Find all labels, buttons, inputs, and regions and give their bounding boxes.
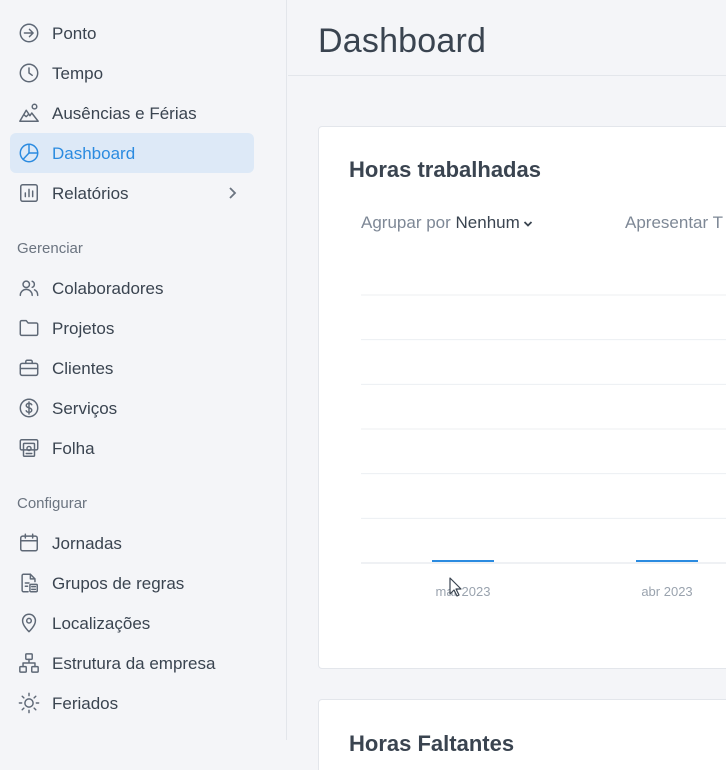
sidebar-item-jornadas[interactable]: Jornadas [10,523,254,563]
folder-icon [18,317,40,339]
mountain-icon [18,102,40,124]
sidebar-item-folha[interactable]: Folha [10,428,254,468]
sidebar-item-clientes[interactable]: Clientes [10,348,254,388]
section-title-gerenciar: Gerenciar [17,240,83,257]
sidebar-item-label: Folha [52,439,95,458]
dollar-circle-icon [18,397,40,419]
bar-chart-icon [18,182,40,204]
sidebar-item-ausencias[interactable]: Ausências e Férias [10,93,254,133]
sidebar-item-label: Tempo [52,64,104,83]
sidebar-item-projetos[interactable]: Projetos [10,308,254,348]
sidebar-item-label: Clientes [52,359,114,378]
sidebar-item-ponto[interactable]: Ponto [10,13,254,53]
sidebar-item-label: Colaboradores [52,279,164,298]
sidebar-item-label: Serviços [52,399,118,418]
sidebar-item-relatorios[interactable]: Relatórios [10,173,254,213]
card-title: Horas Faltantes [349,731,515,756]
sidebar-item-label: Projetos [52,319,115,338]
sidebar-item-grupos-de-regras[interactable]: Grupos de regras [10,563,254,603]
sidebar-item-label: Relatórios [52,184,129,203]
page-header: Dashboard [288,0,726,76]
payroll-icon [18,437,40,459]
calendar-icon [18,532,40,554]
sidebar-item-estrutura[interactable]: Estrutura da empresa [10,643,254,683]
sidebar-item-label: Estrutura da empresa [52,654,216,673]
chevron-right-icon [226,185,240,201]
chart-bar[interactable] [432,560,494,562]
sidebar: Ponto Tempo Ausências e Férias Dashboard… [0,0,287,740]
main-content: Horas trabalhadas Agrupar por Nenhum Apr… [288,77,726,770]
clock-icon [18,62,40,84]
sidebar-item-localizacoes[interactable]: Localizações [10,603,254,643]
sidebar-item-servicos[interactable]: Serviços [10,388,254,428]
page-title: Dashboard [318,22,487,60]
x-tick-label: abr 2023 [641,584,692,599]
sidebar-item-label: Ponto [52,24,97,43]
section-title-configurar: Configurar [17,495,88,512]
sidebar-item-tempo[interactable]: Tempo [10,53,254,93]
sidebar-item-label: Dashboard [52,144,136,163]
pie-chart-icon [18,142,40,164]
org-chart-icon [18,652,40,674]
x-tick-label: mar 2023 [436,584,491,599]
sidebar-item-label: Ausências e Férias [52,104,197,123]
map-pin-icon [18,612,40,634]
briefcase-icon [18,357,40,379]
worked-hours-card: Horas trabalhadas Agrupar por Nenhum Apr… [318,126,726,669]
sidebar-item-colaboradores[interactable]: Colaboradores [10,268,254,308]
users-icon [18,277,40,299]
missing-hours-card: Horas Faltantes [318,699,726,770]
sidebar-item-label: Localizações [52,614,151,633]
mouse-cursor-icon [449,577,462,597]
sidebar-item-label: Jornadas [52,534,122,553]
sidebar-item-label: Grupos de regras [52,574,185,593]
rules-document-icon [18,572,40,594]
sidebar-item-label: Feriados [52,694,119,713]
sidebar-item-dashboard[interactable]: Dashboard [10,133,254,173]
sidebar-item-feriados[interactable]: Feriados [10,683,254,723]
login-arrow-icon [18,22,40,44]
chart-bar[interactable] [636,560,698,562]
worked-hours-chart: mar 2023 abr 2023 [361,294,726,599]
sun-icon [18,692,40,714]
